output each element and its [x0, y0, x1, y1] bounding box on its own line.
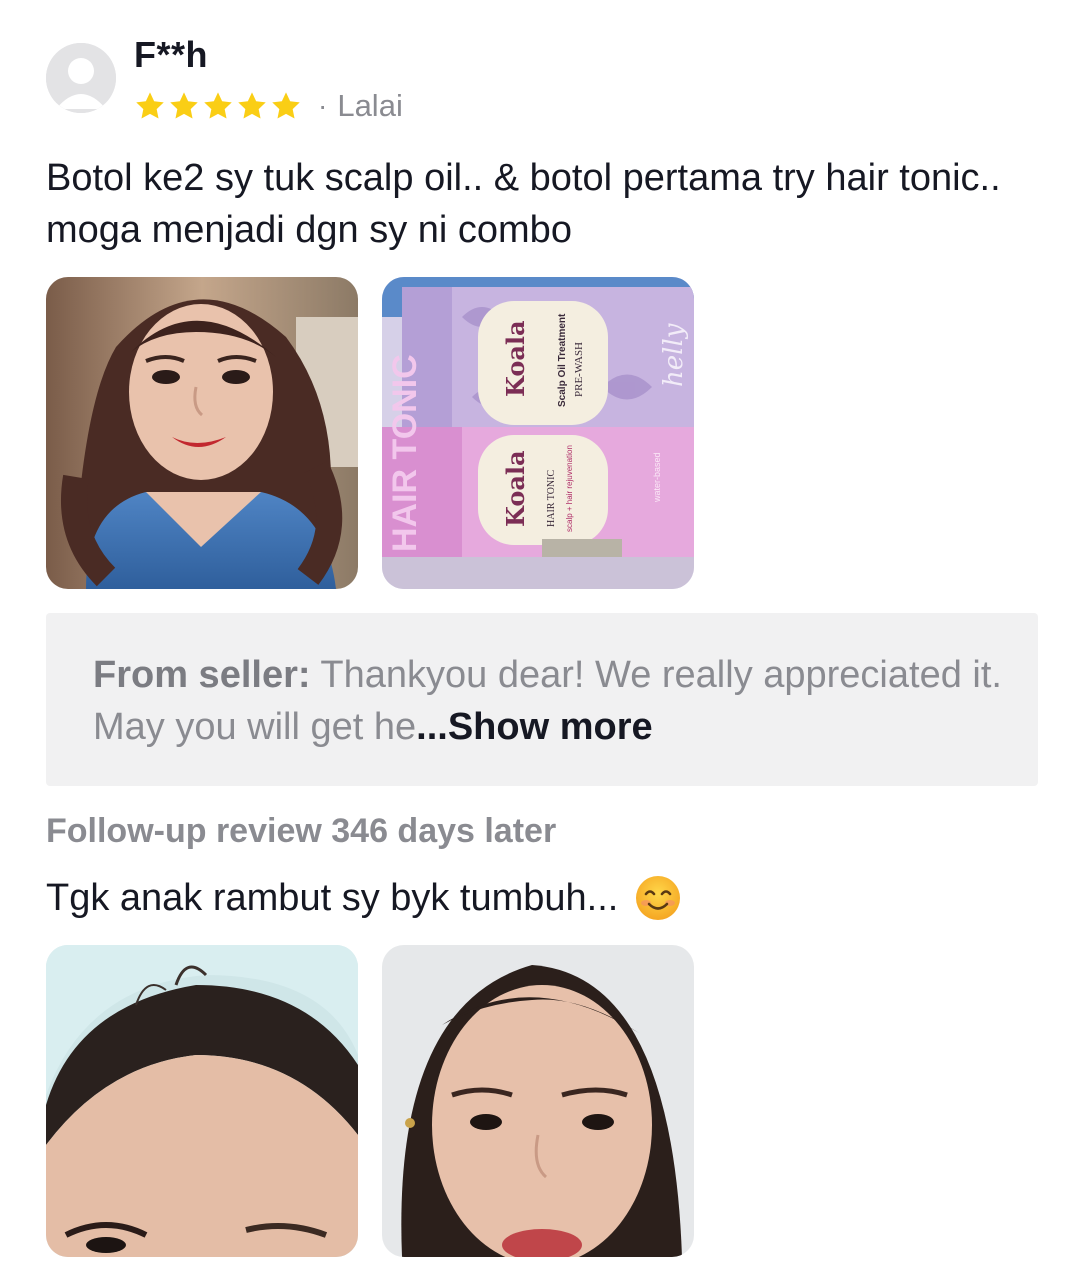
- seller-reply-label: From seller:: [93, 654, 311, 696]
- reviewer-username[interactable]: F**h: [134, 34, 208, 76]
- product-boxes-photo-icon: HAIR TONIC Koala Scalp Oil Treatment PRE…: [382, 277, 694, 589]
- followup-text: Tgk anak rambut sy byk tumbuh...: [46, 877, 619, 919]
- star-icon: [134, 90, 166, 122]
- seller-reply-box: From seller: Thankyou dear! We really ap…: [46, 613, 1038, 786]
- box1-title: Scalp Oil Treatment: [557, 313, 568, 407]
- box1-subtitle: PRE-WASH: [573, 342, 585, 397]
- box2-title: HAIR TONIC: [546, 470, 557, 527]
- box2-brand: Koala: [501, 450, 530, 527]
- water-based-text: water-based: [652, 452, 662, 503]
- review-text: Botol ke2 sy tuk scalp oil.. & botol per…: [46, 157, 1001, 251]
- user-avatar[interactable]: [46, 43, 116, 113]
- followup-photo-face[interactable]: [382, 945, 694, 1257]
- show-more-link[interactable]: ...Show more: [416, 706, 652, 748]
- forehead-photo-icon: [46, 945, 358, 1257]
- smiling-face-icon: [634, 874, 682, 922]
- variant-label: Lalai: [337, 88, 403, 123]
- review-photo-product[interactable]: HAIR TONIC Koala Scalp Oil Treatment PRE…: [382, 277, 694, 589]
- side-brand-text: helly: [659, 323, 689, 387]
- star-icon: [236, 90, 268, 122]
- star-icon: [270, 90, 302, 122]
- face-photo-icon: [382, 945, 694, 1257]
- seller-reply-text: From seller: Thankyou dear! We really ap…: [93, 649, 1013, 753]
- big-letters-text: HAIR TONIC: [386, 354, 424, 552]
- variant-separator: ·: [318, 90, 328, 121]
- box2-subtitle: scalp + hair rejuvenation: [565, 445, 574, 532]
- default-avatar-icon: [46, 43, 116, 113]
- star-icon: [168, 90, 200, 122]
- followup-photo-hairline[interactable]: [46, 945, 358, 1257]
- star-icon: [202, 90, 234, 122]
- box1-brand: Koala: [501, 320, 530, 397]
- portrait-photo-icon: [46, 277, 358, 589]
- followup-label: Follow-up review 346 days later: [46, 812, 557, 850]
- rating-row: · Lalai: [134, 86, 403, 126]
- star-rating: [134, 90, 302, 122]
- review-photo-selfie[interactable]: [46, 277, 358, 589]
- followup-text-row: Tgk anak rambut sy byk tumbuh...: [46, 872, 682, 924]
